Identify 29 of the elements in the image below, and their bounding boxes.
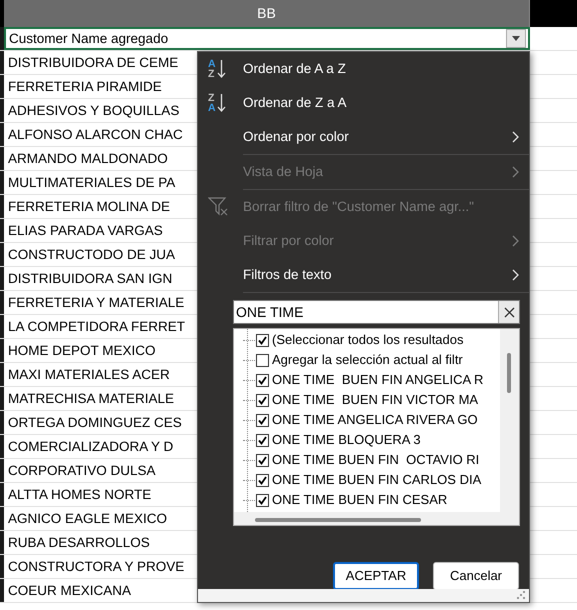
- checkbox[interactable]: [256, 394, 269, 406]
- list-item[interactable]: ONE TIME BUEN FIN VICTOR MA: [234, 390, 500, 410]
- checkbox[interactable]: [256, 374, 269, 386]
- caret-icon: [512, 36, 520, 41]
- checkbox[interactable]: [256, 334, 269, 346]
- header-text: Customer Name agregado: [9, 30, 168, 48]
- scrollbar-thumb[interactable]: [507, 353, 511, 393]
- checkbox[interactable]: [256, 354, 269, 366]
- resize-grip-icon[interactable]: [517, 591, 526, 600]
- header-cell[interactable]: Customer Name agregado: [4, 27, 530, 50]
- checkbox[interactable]: [256, 414, 269, 426]
- close-icon: [504, 306, 514, 318]
- clear-search-button[interactable]: [498, 301, 519, 323]
- checkbox[interactable]: [256, 434, 269, 446]
- filter-dropdown-button[interactable]: [506, 29, 526, 48]
- clear-filter-icon: [208, 197, 230, 217]
- ok-button[interactable]: ACEPTAR: [333, 562, 419, 590]
- chevron-right-icon: [512, 166, 519, 178]
- checkbox[interactable]: [256, 454, 269, 466]
- checkbox[interactable]: [256, 494, 269, 506]
- chevron-right-icon: [512, 131, 519, 143]
- chevron-right-icon: [512, 235, 519, 247]
- cancel-button[interactable]: Cancelar: [433, 562, 519, 590]
- column-header[interactable]: BB: [4, 0, 530, 27]
- checkbox[interactable]: [256, 474, 269, 486]
- list-item[interactable]: ONE TIME ANGELICA RIVERA GO: [234, 410, 500, 430]
- scrollbar-thumb[interactable]: [255, 518, 421, 522]
- chevron-right-icon: [512, 269, 519, 281]
- search-field[interactable]: ONE TIME: [233, 300, 520, 324]
